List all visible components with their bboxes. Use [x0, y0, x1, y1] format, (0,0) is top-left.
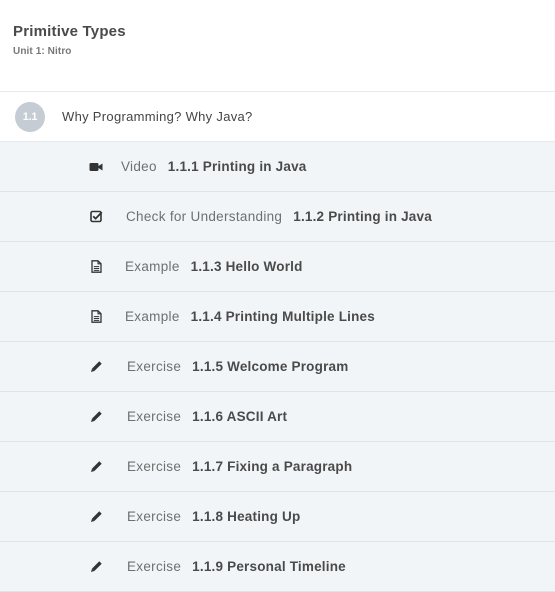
lesson-item[interactable]: Exercise 1.1.8 Heating Up [0, 492, 555, 542]
lesson-item[interactable]: Exercise 1.1.7 Fixing a Paragraph [0, 442, 555, 492]
lesson-item-type: Video [121, 159, 157, 174]
lesson-item-list: Video 1.1.1 Printing in Java Check for Und… [0, 142, 555, 592]
lesson-item-type: Example [125, 259, 180, 274]
lesson-item-title: 1.1.8 Heating Up [192, 509, 301, 524]
lesson-item-title: 1.1.2 Printing in Java [293, 209, 432, 224]
lesson-item-type: Example [125, 309, 180, 324]
page-title: Primitive Types [13, 23, 126, 40]
unit-subtitle: Unit 1: Nitro [13, 46, 72, 57]
lesson-item-type: Check for Understanding [126, 209, 283, 224]
pencil-icon [89, 410, 103, 424]
lesson-item[interactable]: Example 1.1.3 Hello World [0, 242, 555, 292]
lesson-item-type: Exercise [127, 459, 182, 474]
lesson-item-title: 1.1.6 ASCII Art [192, 409, 288, 424]
lesson-item[interactable]: Check for Understanding 1.1.2 Printing in… [0, 192, 555, 242]
checkbox-icon [89, 210, 103, 224]
lesson-item-title: 1.1.9 Personal Timeline [192, 559, 346, 574]
lesson-item[interactable]: Exercise 1.1.5 Welcome Program [0, 342, 555, 392]
lesson-item[interactable]: Exercise 1.1.6 ASCII Art [0, 392, 555, 442]
lesson-item-type: Exercise [127, 559, 182, 574]
lesson-item[interactable]: Video 1.1.1 Printing in Java [0, 142, 555, 192]
lesson-item-title: 1.1.4 Printing Multiple Lines [190, 309, 375, 324]
video-camera-icon [89, 160, 103, 174]
section-title: Why Programming? Why Java? [62, 109, 253, 124]
unit-header: Primitive Types Unit 1: Nitro [0, 0, 555, 92]
section-number-badge: 1.1 [15, 101, 45, 132]
pencil-icon [89, 510, 103, 524]
lesson-item-title: 1.1.1 Printing in Java [167, 159, 307, 174]
lesson-item-title: 1.1.7 Fixing a Paragraph [192, 459, 353, 474]
lesson-item-title: 1.1.5 Welcome Program [192, 359, 349, 374]
lesson-item-type: Exercise [127, 509, 182, 524]
lesson-item-type: Exercise [127, 409, 182, 424]
lesson-item-type: Exercise [127, 359, 182, 374]
lesson-item-title: 1.1.3 Hello World [190, 259, 303, 274]
pencil-icon [89, 460, 103, 474]
lesson-item[interactable]: Example 1.1.4 Printing Multiple Lines [0, 292, 555, 342]
document-icon [89, 260, 103, 274]
section-header-1-1[interactable]: 1.1 Why Programming? Why Java? [0, 92, 555, 142]
document-icon [89, 310, 103, 324]
lesson-item[interactable]: Exercise 1.1.9 Personal Timeline [0, 542, 555, 592]
pencil-icon [89, 360, 103, 374]
pencil-icon [89, 560, 103, 574]
